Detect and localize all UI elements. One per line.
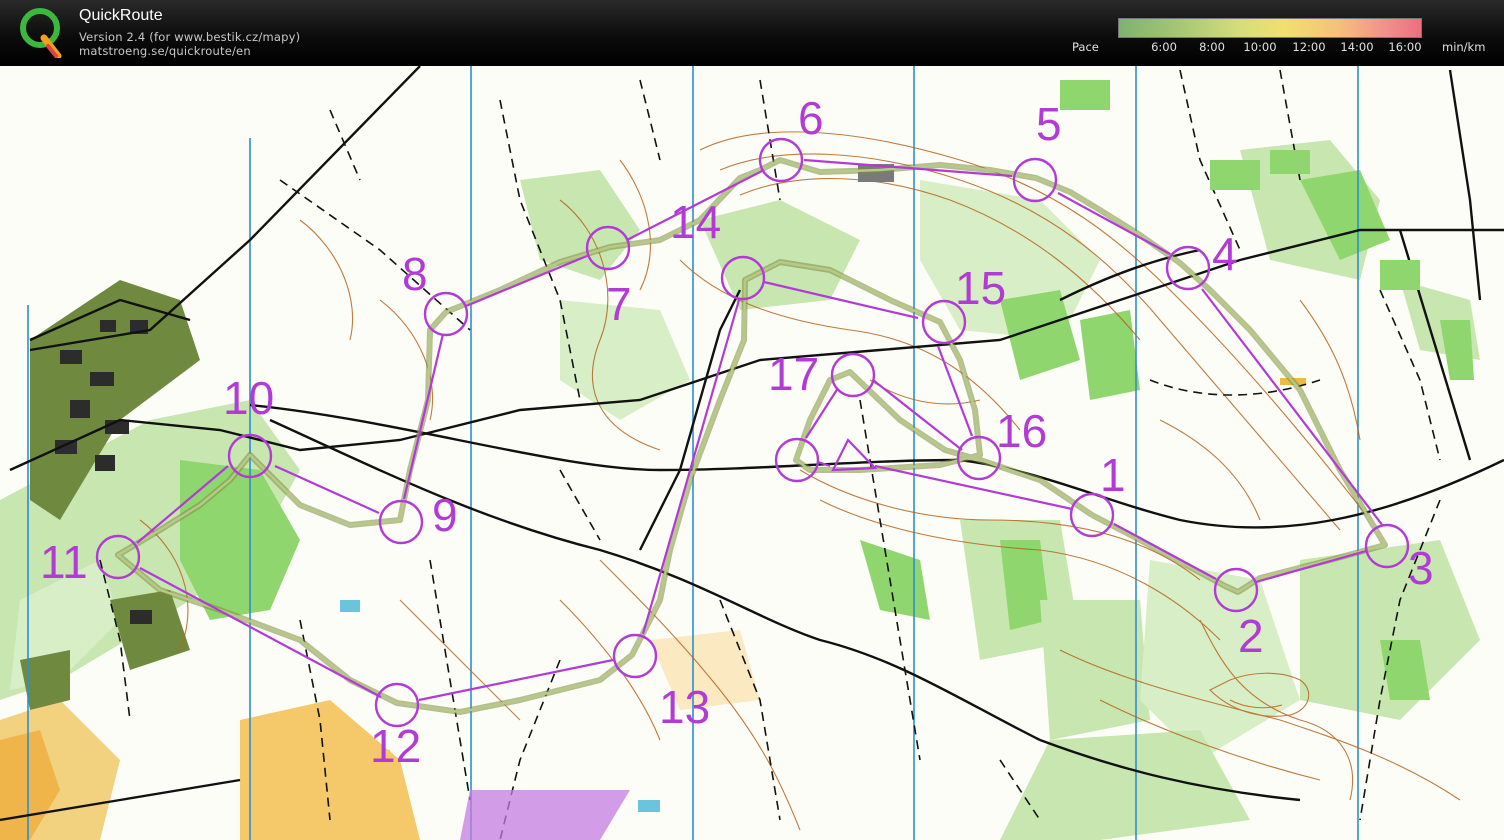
pace-tick: 16:00 [1388,40,1422,54]
control-number: 14 [670,196,721,248]
control-number: 9 [432,489,458,541]
control-number: 5 [1036,98,1062,150]
control-number: 2 [1238,610,1264,662]
app-website[interactable]: matstroeng.se/quickroute/en [79,44,251,58]
control-number: 11 [40,536,88,588]
pace-scale-bar [1118,18,1422,38]
control-number: 17 [768,348,819,400]
orienteering-map[interactable]: 1 2 3 4 5 6 7 8 9 10 11 12 13 14 15 16 1… [0,66,1504,840]
pace-tick: 10:00 [1243,40,1277,54]
control-number: 16 [996,405,1047,457]
control-number: 4 [1212,228,1238,280]
pace-unit-label: min/km [1442,40,1486,54]
quickroute-logo-icon [20,8,62,58]
control-number: 8 [402,248,428,300]
control-number: 1 [1100,449,1126,501]
control-number: 15 [955,262,1006,314]
control-number: 13 [659,681,710,733]
pace-tick: 8:00 [1199,40,1225,54]
pace-tick: 12:00 [1292,40,1326,54]
control-number: 3 [1408,542,1434,594]
app-header: QuickRoute Version 2.4 (for www.bestik.c… [0,0,1504,66]
pace-label: Pace [1072,40,1099,54]
control-number: 6 [798,92,824,144]
pace-tick: 14:00 [1340,40,1374,54]
app-version: Version 2.4 (for www.bestik.cz/mapy) [79,30,301,44]
control-number: 7 [606,278,632,330]
control-number: 10 [223,372,274,424]
pace-tick: 6:00 [1151,40,1177,54]
control-number: 12 [370,720,421,772]
app-title: QuickRoute [79,7,163,24]
